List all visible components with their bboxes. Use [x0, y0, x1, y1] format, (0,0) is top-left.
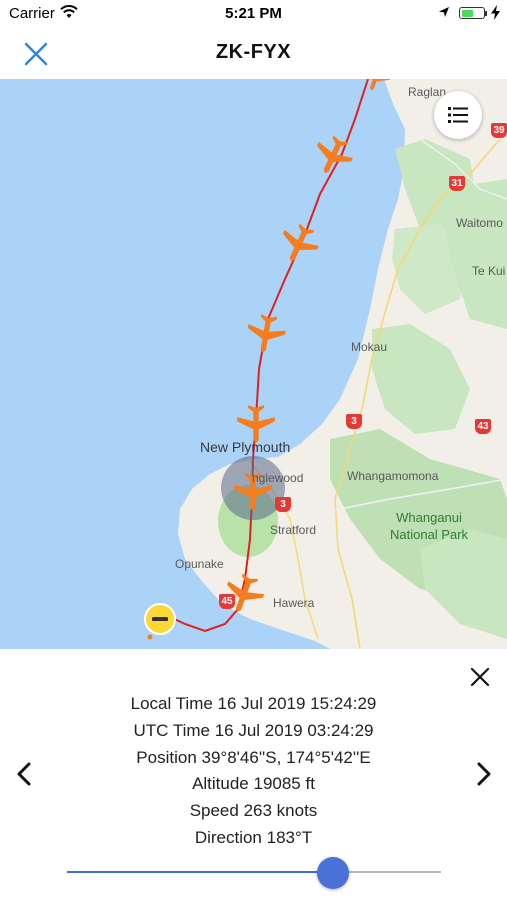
map-label-mokau: Mokau [351, 340, 388, 354]
map-label-whanganui-national-park: Whanganui National Park [390, 509, 468, 543]
list-icon [448, 107, 468, 123]
altitude-text: Altitude 19085 ft [192, 774, 315, 794]
speed-text: Speed 263 knots [189, 801, 318, 821]
direction-text: Direction 183°T [194, 827, 313, 847]
battery-icon [459, 7, 485, 19]
aircraft-markers [144, 79, 394, 640]
list-view-button[interactable] [434, 91, 482, 139]
map-label-new-plymouth: New Plymouth [200, 439, 291, 455]
route-shield-3-south: 3 [275, 497, 291, 512]
map-label-inglewood: nglewood [252, 471, 304, 485]
park-label-line1: Whanganui [396, 510, 462, 525]
route-shield-45: 45 [219, 594, 235, 609]
plane-marker [307, 130, 359, 182]
route-shield-31: 31 [449, 176, 465, 191]
slider-fill [67, 871, 333, 873]
close-panel-icon[interactable] [468, 665, 492, 689]
status-bar: Carrier 5:21 PM [0, 0, 507, 28]
route-shield-43: 43 [475, 419, 491, 434]
location-arrow-icon [439, 7, 449, 17]
route-shield-39: 39 [491, 123, 507, 138]
route-shield-3: 3 [346, 414, 362, 429]
flight-details: Local Time 16 Jul 2019 15:24:29 UTC Time… [60, 691, 447, 852]
playback-slider[interactable] [67, 857, 441, 889]
flight-map[interactable]: Raglan Waitomo Te Kui Mokau New Plymouth… [0, 79, 507, 649]
plane-marker [273, 218, 325, 270]
next-arrow-icon[interactable] [472, 759, 496, 789]
charging-bolt-icon [491, 5, 500, 20]
previous-arrow-icon[interactable] [12, 759, 36, 789]
slider-thumb[interactable] [316, 857, 349, 889]
utc-time-text: UTC Time 16 Jul 2019 03:24:29 [133, 720, 374, 740]
park-label-line2: National Park [390, 527, 469, 542]
map-label-te-kuiti: Te Kui [472, 264, 506, 278]
map-label-whangamomona: Whangamomona [347, 469, 439, 483]
flight-info-panel: Local Time 16 Jul 2019 15:24:29 UTC Time… [0, 649, 507, 900]
start-marker-icon [144, 603, 176, 640]
map-label-waitomo: Waitomo [456, 216, 503, 230]
map-label-hawera: Hawera [273, 596, 315, 610]
position-text: Position 39°8'46''S, 174°5'42''E [136, 747, 371, 767]
page-title: ZK-FYX [215, 41, 292, 63]
plane-marker [237, 405, 275, 443]
local-time-text: Local Time 16 Jul 2019 15:24:29 [130, 694, 377, 713]
map-label-stratford: Stratford [270, 523, 317, 537]
status-time: 5:21 PM [225, 5, 282, 22]
battery-tip [485, 11, 487, 16]
plane-marker [244, 312, 288, 356]
nav-bar: ZK-FYX [0, 28, 507, 79]
map-label-opunake: Opunake [175, 557, 224, 571]
plane-marker [358, 79, 394, 95]
